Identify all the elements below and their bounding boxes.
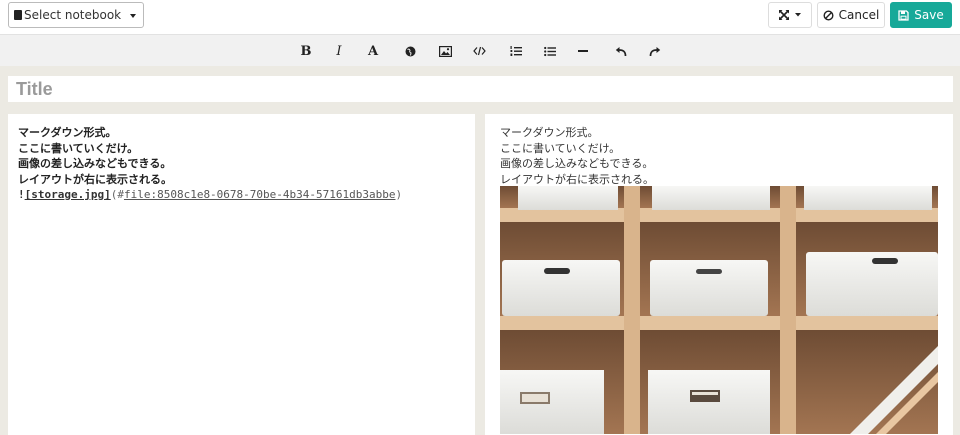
editor-line: マークダウン形式。 — [18, 126, 117, 139]
top-bar: Select notebook Cancel Save — [0, 0, 960, 34]
save-label: Save — [914, 8, 944, 22]
image-alt-text: [storage.jpg] — [24, 188, 111, 201]
preview-line: マークダウン形式。 — [500, 126, 599, 139]
image-file-link[interactable]: file:8508c1e8-0678-70be-4b34-57161db3abb… — [124, 188, 396, 201]
title-input[interactable] — [8, 76, 953, 102]
preview-line: レイアウトが右に表示される。 — [500, 172, 654, 186]
notebook-select[interactable]: Select notebook — [8, 2, 144, 28]
chevron-down-icon — [130, 14, 136, 18]
preview-line: ここに書いていくだけ。 — [500, 141, 621, 155]
preview-image — [500, 186, 938, 434]
editor-image-markdown: ![storage.jpg](#file:8508c1e8-0678-70be-… — [18, 187, 465, 203]
save-button[interactable]: Save — [890, 2, 952, 28]
horizontal-rule-icon[interactable] — [575, 43, 591, 59]
font-icon[interactable]: A — [365, 43, 381, 59]
cancel-label: Cancel — [838, 8, 880, 22]
image-link-close: ) — [395, 188, 403, 201]
image-bang: ! — [18, 188, 25, 201]
editor-line: ここに書いていくだけ。 — [18, 141, 139, 155]
expand-button[interactable] — [768, 2, 812, 28]
cancel-button[interactable]: Cancel — [817, 2, 885, 28]
image-link-open: (# — [110, 188, 124, 201]
globe-link-icon[interactable] — [402, 43, 418, 59]
ordered-list-icon[interactable] — [508, 43, 524, 59]
format-toolbar: B I A — [0, 34, 960, 66]
italic-icon[interactable]: I — [331, 43, 347, 59]
undo-icon[interactable] — [613, 43, 629, 59]
editor-line: レイアウトが右に表示される。 — [18, 172, 172, 186]
markdown-editor[interactable]: マークダウン形式。 ここに書いていくだけ。 画像の差し込みなどもできる。 レイア… — [8, 114, 475, 435]
caret-down-icon — [795, 13, 801, 17]
notebook-select-label: Select notebook — [24, 8, 122, 22]
preview-line: 画像の差し込みなどもできる。 — [500, 157, 654, 170]
redo-icon[interactable] — [647, 43, 663, 59]
editor-line: 画像の差し込みなどもできる。 — [18, 157, 172, 170]
floppy-disk-icon — [898, 9, 909, 21]
ban-icon — [823, 9, 834, 21]
notebook-icon — [14, 10, 22, 20]
expand-arrows-icon — [779, 10, 789, 20]
image-icon[interactable] — [437, 43, 453, 59]
code-icon[interactable] — [471, 43, 487, 59]
unordered-list-icon[interactable] — [542, 43, 558, 59]
bold-icon[interactable]: B — [298, 43, 314, 59]
